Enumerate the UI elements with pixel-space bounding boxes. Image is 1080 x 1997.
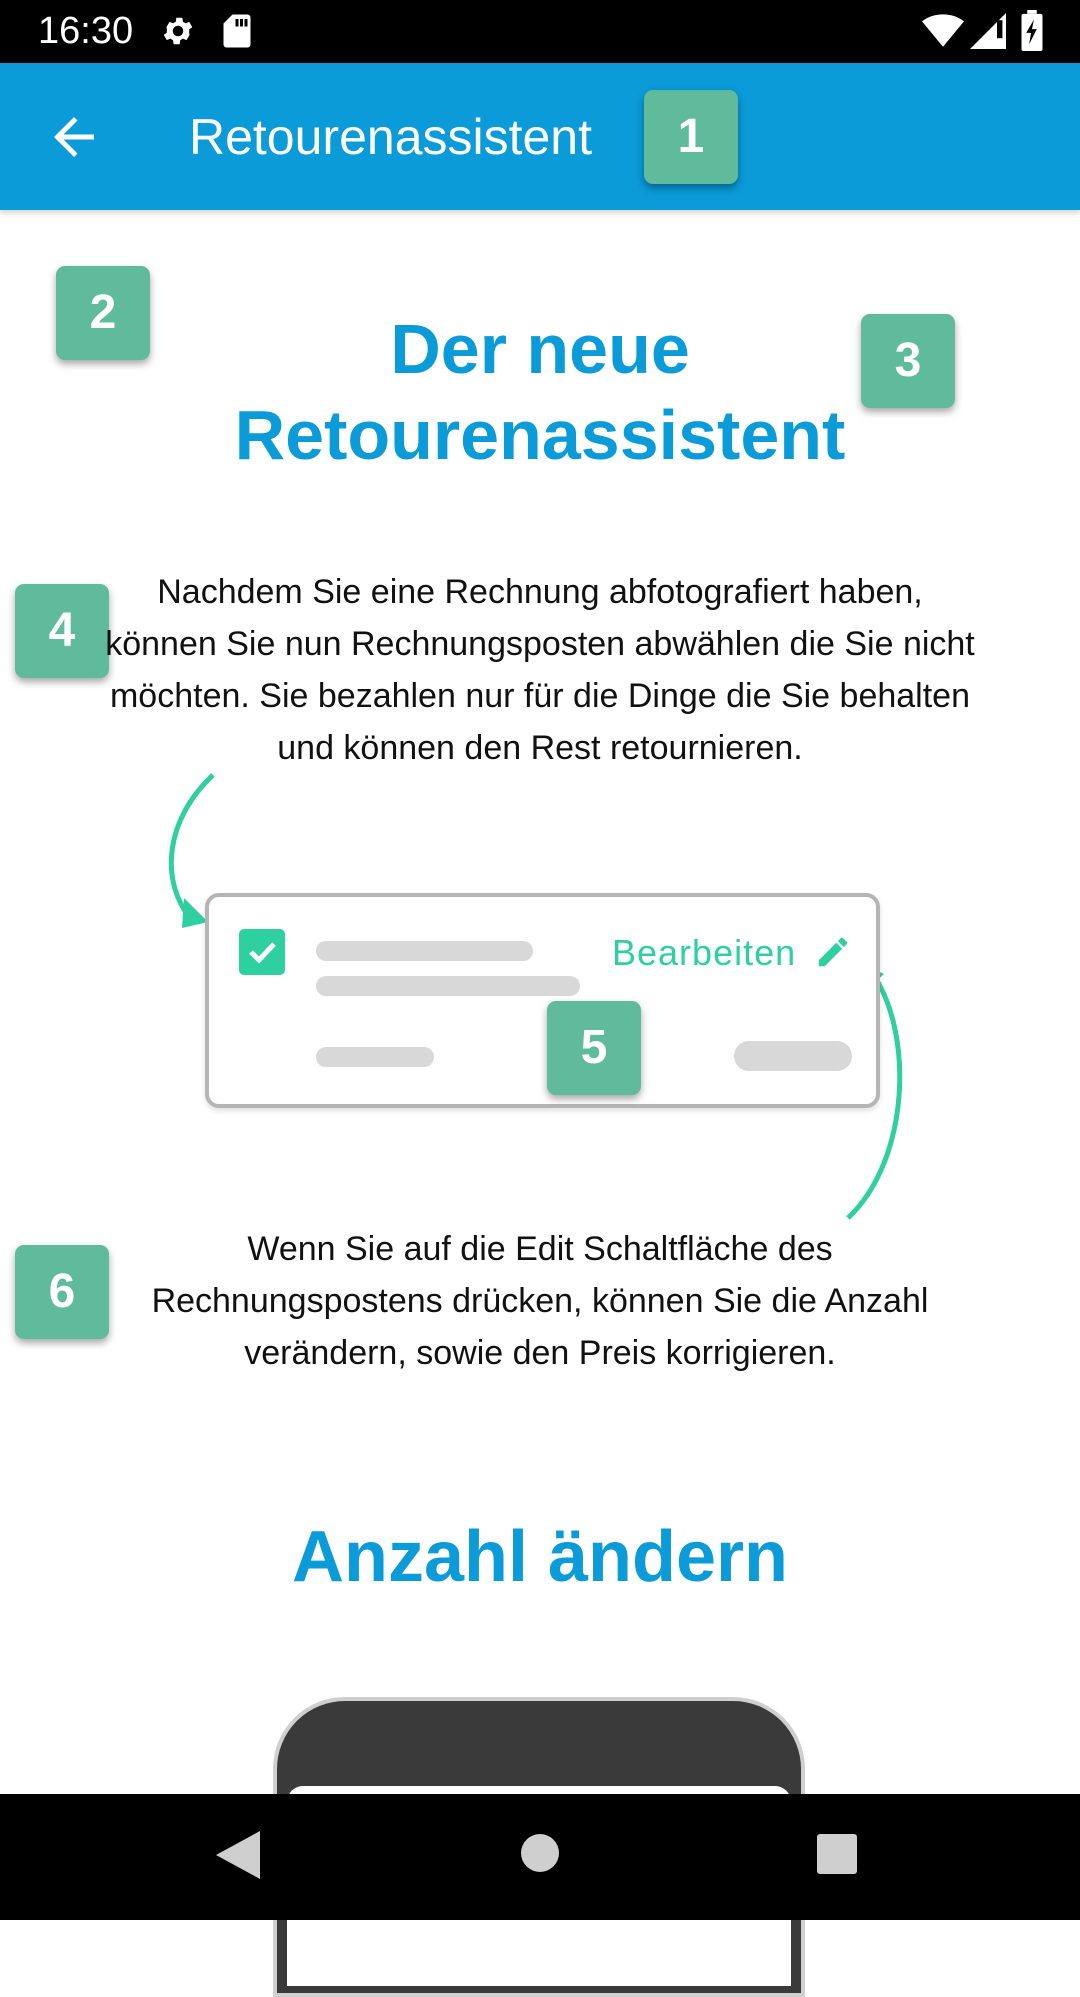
step-badge-6: 6 [15,1245,109,1339]
quantity-heading: Anzahl ändern [291,1517,789,1597]
step-badge-4: 4 [15,584,109,678]
nav-back-icon[interactable] [212,1827,264,1883]
intro-heading: Der neue Retourenassistent [0,306,1080,478]
signal-icon [970,13,1006,49]
edit-label: Bearbeiten [612,932,797,973]
nav-recents-icon[interactable] [815,1832,859,1876]
status-bar: 16:30 [0,0,1080,63]
arrow-back-icon[interactable] [44,107,104,167]
step-badge-5: 5 [547,1001,641,1095]
curved-arrow-left [168,773,215,920]
app-bar: Retourenassistent [0,63,1080,210]
placeholder-line [316,1047,434,1067]
intro-heading-line1: Der neue [390,310,690,388]
status-time: 16:30 [38,10,134,52]
battery-icon [1021,10,1043,52]
checkbox-checked-icon [239,929,285,975]
placeholder-line [316,976,580,996]
step-badge-1: 1 [644,90,738,184]
invoice-item-illustration: Bearbeiten [205,893,880,1108]
pencil-icon [818,937,848,967]
placeholder-pill [734,1041,852,1071]
placeholder-line [316,941,533,961]
navigation-bar [0,1794,1080,1920]
intro-heading-line2: Retourenassistent [234,396,846,474]
edit-info-paragraph: Wenn Sie auf die Edit Schaltfläche des R… [151,1230,929,1372]
wifi-icon [922,14,964,47]
nav-home-icon[interactable] [519,1832,561,1874]
gear-icon [163,17,193,45]
sd-card-icon [223,14,251,48]
app-title: Retourenassistent [189,109,593,165]
intro-paragraph: Nachdem Sie eine Rechnung abfotografiert… [105,573,975,767]
